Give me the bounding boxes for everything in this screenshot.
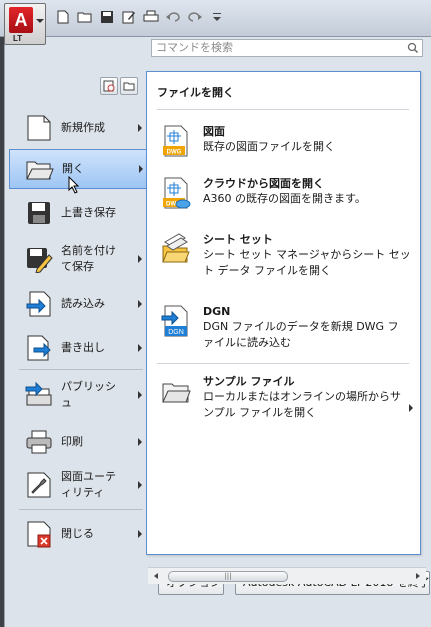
open-submenu-panel: ファイルを開く DWG 図面 既存の図面ファイルを開く DW クラウドから図面を… [146,71,421,555]
open-documents-icon[interactable] [120,77,138,95]
menu-item-label: 書き出し [61,341,105,354]
menu-item-publish[interactable]: パブリッシュ [9,375,147,415]
chevron-right-icon [138,344,142,352]
new-icon[interactable] [54,8,72,26]
menu-item-save[interactable]: 上書き保存 [9,197,147,229]
chevron-right-icon [138,300,142,308]
chevron-right-icon[interactable] [409,404,413,412]
search-placeholder: コマンドを検索 [156,41,233,54]
menu-item-label: 印刷 [61,435,83,448]
submenu-item-cloud-drawing[interactable]: DW クラウドから図面を開く A360 の既存の図面を開きます。 [161,176,417,210]
sample-folder-icon [162,383,191,403]
chevron-right-icon [139,165,143,173]
chevron-down-icon [36,19,44,23]
publish-icon [23,379,55,411]
menu-item-label: 新規作成 [61,121,105,134]
menu-item-drawing-utilities[interactable]: 図面ユーティリティ [9,465,147,505]
sheet-set-icon [162,233,190,263]
menu-item-new[interactable]: 新規作成 [9,111,147,145]
close-document-icon [23,518,55,550]
scroll-left-icon[interactable] [154,573,158,579]
horizontal-scrollbar[interactable]: ||| [148,567,426,584]
chevron-right-icon [138,438,142,446]
menu-item-open[interactable]: 開く [9,149,147,194]
submenu-item-description: A360 の既存の図面を開きます。 [203,192,366,205]
scrollbar-thumb[interactable]: ||| [168,571,288,582]
chevron-right-icon [138,481,142,489]
submenu-item-name: DGN [203,305,231,318]
submenu-item-name: サンプル ファイル [203,375,295,388]
undo-icon[interactable] [164,8,182,26]
export-icon [23,332,55,364]
submenu-item-description: DGN ファイルのデータを新規 DWG ファイルに読み込む [203,320,399,349]
submenu-item-sample-files[interactable]: サンプル ファイル ローカルまたはオンラインの場所からサンプル ファイルを開く [161,374,417,421]
menu-item-label: 図面ユーティリティ [61,470,116,499]
drawing-utilities-icon [23,469,55,501]
submenu-title: ファイルを開く [157,86,234,99]
open-folder-icon [24,153,56,185]
menu-item-save-as[interactable]: 名前を付けて保存 [9,239,147,279]
redo-icon[interactable] [186,8,204,26]
menu-item-close[interactable]: 閉じる [9,517,147,551]
menu-separator [19,369,143,370]
submenu-item-name: シート セット [203,233,273,246]
recent-documents-icon[interactable] [100,77,118,95]
menu-item-label: 開く [62,162,84,175]
chevron-right-icon [138,530,142,538]
menu-item-label: 名前を付けて保存 [61,244,116,273]
scroll-right-icon[interactable] [416,573,420,579]
application-menu: コマンドを検索 新規作成 開く 上書き保存 名前を付けて保存 読み込み 書き出し [4,37,431,627]
chevron-right-icon [138,124,142,132]
mouse-cursor-icon [68,176,80,194]
search-icon [407,42,419,54]
submenu-item-description: 既存の図面ファイルを開く [203,140,335,153]
menu-item-label: 上書き保存 [61,206,116,219]
quick-access-toolbar [54,8,226,26]
submenu-divider [157,363,409,364]
submenu-divider [157,109,409,110]
submenu-item-description: シート セット マネージャからシート セット データ ファイルを開く [203,248,411,277]
svg-text:DWG: DWG [167,150,182,156]
title-bar [0,0,431,37]
command-search-input[interactable]: コマンドを検索 [151,39,423,57]
edition-label: LT [13,34,23,43]
dwg-file-icon: DWG [163,125,188,157]
save-icon [23,197,55,229]
save-as-icon [23,243,55,275]
customize-icon[interactable] [208,8,226,26]
menu-item-label: 読み込み [61,297,105,310]
application-menu-button[interactable]: A LT [4,3,46,45]
new-document-icon [23,112,55,144]
menu-item-print[interactable]: 印刷 [9,425,147,459]
submenu-item-drawing[interactable]: DWG 図面 既存の図面ファイルを開く [161,124,417,158]
menu-item-export[interactable]: 書き出し [9,331,147,365]
recent-documents-toolbar [100,77,138,95]
import-icon [23,288,55,320]
dgn-file-icon: DGN [161,305,188,337]
submenu-item-name: 図面 [203,125,225,138]
chevron-right-icon [138,391,142,399]
submenu-item-sheet-set[interactable]: シート セット シート セット マネージャからシート セット データ ファイルを… [161,232,417,279]
menu-item-label: パブリッシュ [61,380,116,409]
print-icon [23,426,55,458]
submenu-item-description: ローカルまたはオンラインの場所からサンプル ファイルを開く [203,390,401,419]
menu-item-import[interactable]: 読み込み [9,287,147,321]
submenu-item-name: クラウドから図面を開く [203,177,324,190]
chevron-right-icon [138,255,142,263]
menu-item-label: 閉じる [61,527,94,540]
save-icon[interactable] [98,8,116,26]
svg-text:DW: DW [166,202,176,208]
menu-separator [19,509,143,510]
open-icon[interactable] [76,8,94,26]
autocad-logo: A [9,7,33,33]
svg-text:DGN: DGN [168,329,184,336]
submenu-item-dgn[interactable]: DGN DGN DGN ファイルのデータを新規 DWG ファイルに読み込む [161,304,417,351]
cloud-dwg-icon: DW [163,177,191,209]
saveas-icon[interactable] [120,8,138,26]
plot-icon[interactable] [142,8,160,26]
